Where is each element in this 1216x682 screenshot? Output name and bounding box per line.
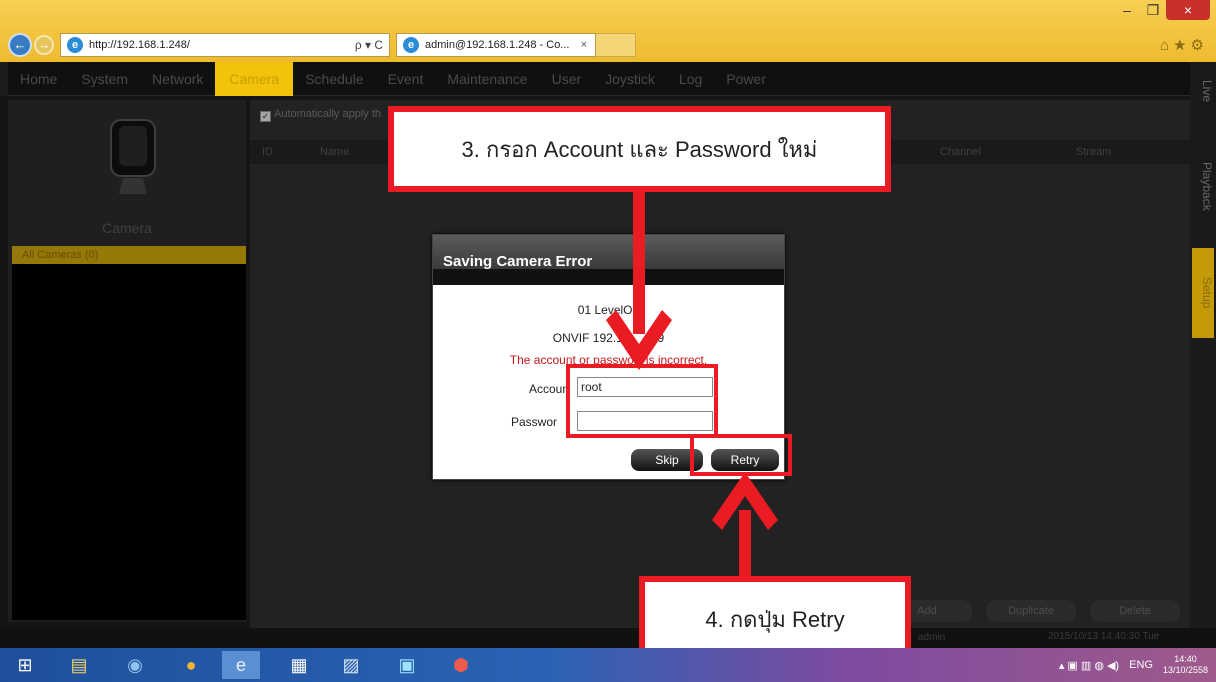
address-text: http://192.168.1.248/ bbox=[89, 39, 190, 51]
clock[interactable]: 14:40 13/10/2558 bbox=[1163, 654, 1208, 676]
retry-highlight-box bbox=[690, 434, 792, 476]
start-icon[interactable]: ⊞ bbox=[6, 651, 44, 679]
windows-taskbar: ⊞ ▤ ◉ ● e ▦ ▨ ▣ ⬢ ▴ ▣ ▥ ◍ ◀) ENG 14:40 1… bbox=[0, 648, 1216, 682]
account-label: Accoun bbox=[529, 382, 570, 396]
status-user: admin bbox=[918, 632, 946, 643]
ie-taskbar-icon[interactable]: e bbox=[222, 651, 260, 679]
tab-close-icon[interactable]: × bbox=[581, 39, 587, 51]
address-tools[interactable]: ρ ▾ C bbox=[355, 38, 383, 52]
onvif-suffix: 9 bbox=[657, 331, 665, 345]
address-bar[interactable]: e http://192.168.1.248/ ρ ▾ C bbox=[60, 33, 390, 57]
browser-chrome: – ❐ × ← → e http://192.168.1.248/ ρ ▾ C … bbox=[0, 0, 1216, 62]
main-menu: Home System Network Camera Schedule Even… bbox=[8, 61, 1190, 96]
monitor-app-icon[interactable]: ▣ bbox=[388, 651, 426, 679]
home-favorites-settings-icons[interactable]: ⌂★⚙ bbox=[1160, 36, 1208, 54]
menu-joystick[interactable]: Joystick bbox=[593, 71, 667, 87]
dialog-header-band bbox=[433, 269, 784, 285]
dialog-header: Saving Camera Error bbox=[433, 235, 784, 285]
tray-icons[interactable]: ▴ ▣ ▥ ◍ ◀) bbox=[1059, 659, 1119, 672]
menu-camera[interactable]: Camera bbox=[215, 61, 294, 96]
menu-schedule[interactable]: Schedule bbox=[293, 71, 375, 87]
back-button[interactable]: ← bbox=[8, 33, 32, 57]
side-tabs: Live Playback Setup bbox=[1190, 62, 1216, 628]
app-grid-icon[interactable]: ▦ bbox=[280, 651, 318, 679]
chrome-icon[interactable]: ● bbox=[172, 651, 210, 679]
credentials-highlight-box bbox=[566, 364, 718, 438]
ie-tab-icon: e bbox=[403, 37, 419, 53]
browser-globe-icon[interactable]: ◉ bbox=[116, 651, 154, 679]
browser-tab[interactable]: e admin@192.168.1.248 - Co... × bbox=[396, 33, 596, 57]
system-tray: ▴ ▣ ▥ ◍ ◀) ENG 14:40 13/10/2558 bbox=[1059, 654, 1208, 676]
onvif-text: ONVIF 192.16 9 bbox=[433, 331, 784, 345]
menu-network[interactable]: Network bbox=[140, 71, 215, 87]
dialog-title: Saving Camera Error bbox=[443, 253, 593, 270]
file-explorer-icon[interactable]: ▤ bbox=[60, 651, 98, 679]
restore-button[interactable]: ❐ bbox=[1140, 0, 1166, 20]
status-bar: admin 2015/10/13 14:40:30 Tue bbox=[0, 628, 1216, 648]
tab-setup[interactable]: Setup bbox=[1192, 248, 1214, 338]
tab-playback[interactable]: Playback bbox=[1192, 162, 1214, 211]
menu-home[interactable]: Home bbox=[8, 71, 69, 87]
menu-event[interactable]: Event bbox=[376, 71, 436, 87]
onvif-prefix: ONVIF 192.16 bbox=[552, 331, 630, 345]
chart-app-icon[interactable]: ▨ bbox=[332, 651, 370, 679]
language-indicator[interactable]: ENG bbox=[1129, 659, 1153, 671]
clock-date: 13/10/2558 bbox=[1162, 665, 1208, 675]
close-button[interactable]: × bbox=[1166, 0, 1210, 20]
clock-time: 14:40 bbox=[1174, 654, 1197, 664]
callout-step-3: 3. กรอก Account และ Password ใหม่ bbox=[388, 106, 891, 192]
menu-system[interactable]: System bbox=[69, 71, 140, 87]
new-tab-button[interactable] bbox=[596, 33, 636, 57]
camera-name-text: 01 LevelOn bbox=[577, 303, 640, 317]
screen: – ❐ × ← → e http://192.168.1.248/ ρ ▾ C … bbox=[0, 0, 1216, 682]
menu-user[interactable]: User bbox=[540, 71, 594, 87]
menu-power[interactable]: Power bbox=[714, 71, 778, 87]
minimize-button[interactable]: – bbox=[1114, 0, 1140, 20]
ie-icon: e bbox=[67, 37, 83, 53]
forward-button[interactable]: → bbox=[34, 35, 54, 55]
menu-maintenance[interactable]: Maintenance bbox=[435, 71, 539, 87]
window-controls: – ❐ × bbox=[1114, 0, 1210, 20]
alarm-app-icon[interactable]: ⬢ bbox=[442, 651, 480, 679]
status-time: 2015/10/13 14:40:30 Tue bbox=[1048, 631, 1160, 642]
tab-title: admin@192.168.1.248 - Co... bbox=[425, 39, 570, 51]
tab-live[interactable]: Live bbox=[1192, 80, 1214, 102]
menu-log[interactable]: Log bbox=[667, 71, 714, 87]
password-label: Passwor bbox=[511, 415, 558, 429]
